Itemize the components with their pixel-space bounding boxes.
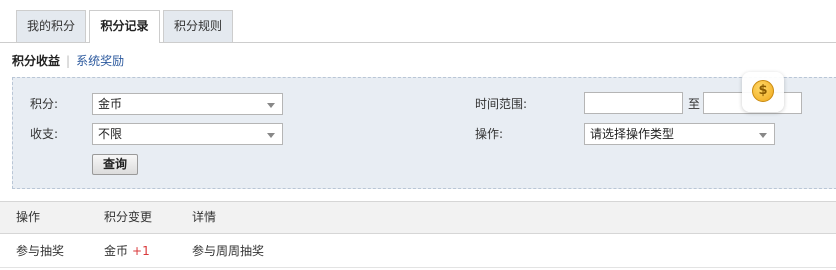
query-button[interactable]: 查询 <box>92 154 138 175</box>
filter-panel: 积分: 金币 收支: 不限 时间范围: 至 操作: 请选择操作类型 查询 <box>12 77 836 189</box>
direction-value: 不限 <box>98 127 123 141</box>
chevron-down-icon <box>267 133 275 138</box>
action-type-label: 操作: <box>475 127 504 141</box>
tab-bar: 我的积分 积分记录 积分规则 <box>0 0 836 43</box>
subnav-separator: | <box>66 54 71 68</box>
points-type-value: 金币 <box>98 97 123 111</box>
table-header: 操作 积分变更 详情 <box>0 201 836 234</box>
direction-select[interactable]: 不限 <box>92 123 283 145</box>
action-type-value: 请选择操作类型 <box>590 127 675 141</box>
action-type-select[interactable]: 请选择操作类型 <box>584 123 775 145</box>
cell-points-change: 金币 +1 <box>104 234 150 268</box>
tab-points-rules[interactable]: 积分规则 <box>163 10 233 42</box>
direction-label: 收支: <box>30 127 59 141</box>
points-type-select[interactable]: 金币 <box>92 93 283 115</box>
cell-detail: 参与周周抽奖 <box>192 244 265 258</box>
cell-currency: 金币 <box>104 244 129 258</box>
cell-change-amount: +1 <box>132 244 150 258</box>
time-to-label: 至 <box>688 97 701 111</box>
subnav-system-rewards-link[interactable]: 系统奖励 <box>76 54 124 68</box>
chevron-down-icon <box>759 133 767 138</box>
column-header-action: 操作 <box>16 210 41 224</box>
column-header-points-change: 积分变更 <box>104 210 153 224</box>
column-header-detail: 详情 <box>192 210 217 224</box>
time-range-label: 时间范围: <box>475 97 528 111</box>
coin-widget[interactable]: $ <box>742 72 784 112</box>
tab-my-points[interactable]: 我的积分 <box>16 10 86 42</box>
cell-action: 参与抽奖 <box>16 244 65 258</box>
sub-navigation: 积分收益 | 系统奖励 <box>12 53 124 69</box>
subnav-points-income[interactable]: 积分收益 <box>12 54 60 68</box>
tab-points-records[interactable]: 积分记录 <box>89 10 160 43</box>
points-type-label: 积分: <box>30 97 59 111</box>
chevron-down-icon <box>267 103 275 108</box>
table-row: 参与抽奖 金币 +1 参与周周抽奖 <box>0 234 836 268</box>
coin-icon: $ <box>752 80 774 102</box>
time-start-input[interactable] <box>584 92 683 114</box>
